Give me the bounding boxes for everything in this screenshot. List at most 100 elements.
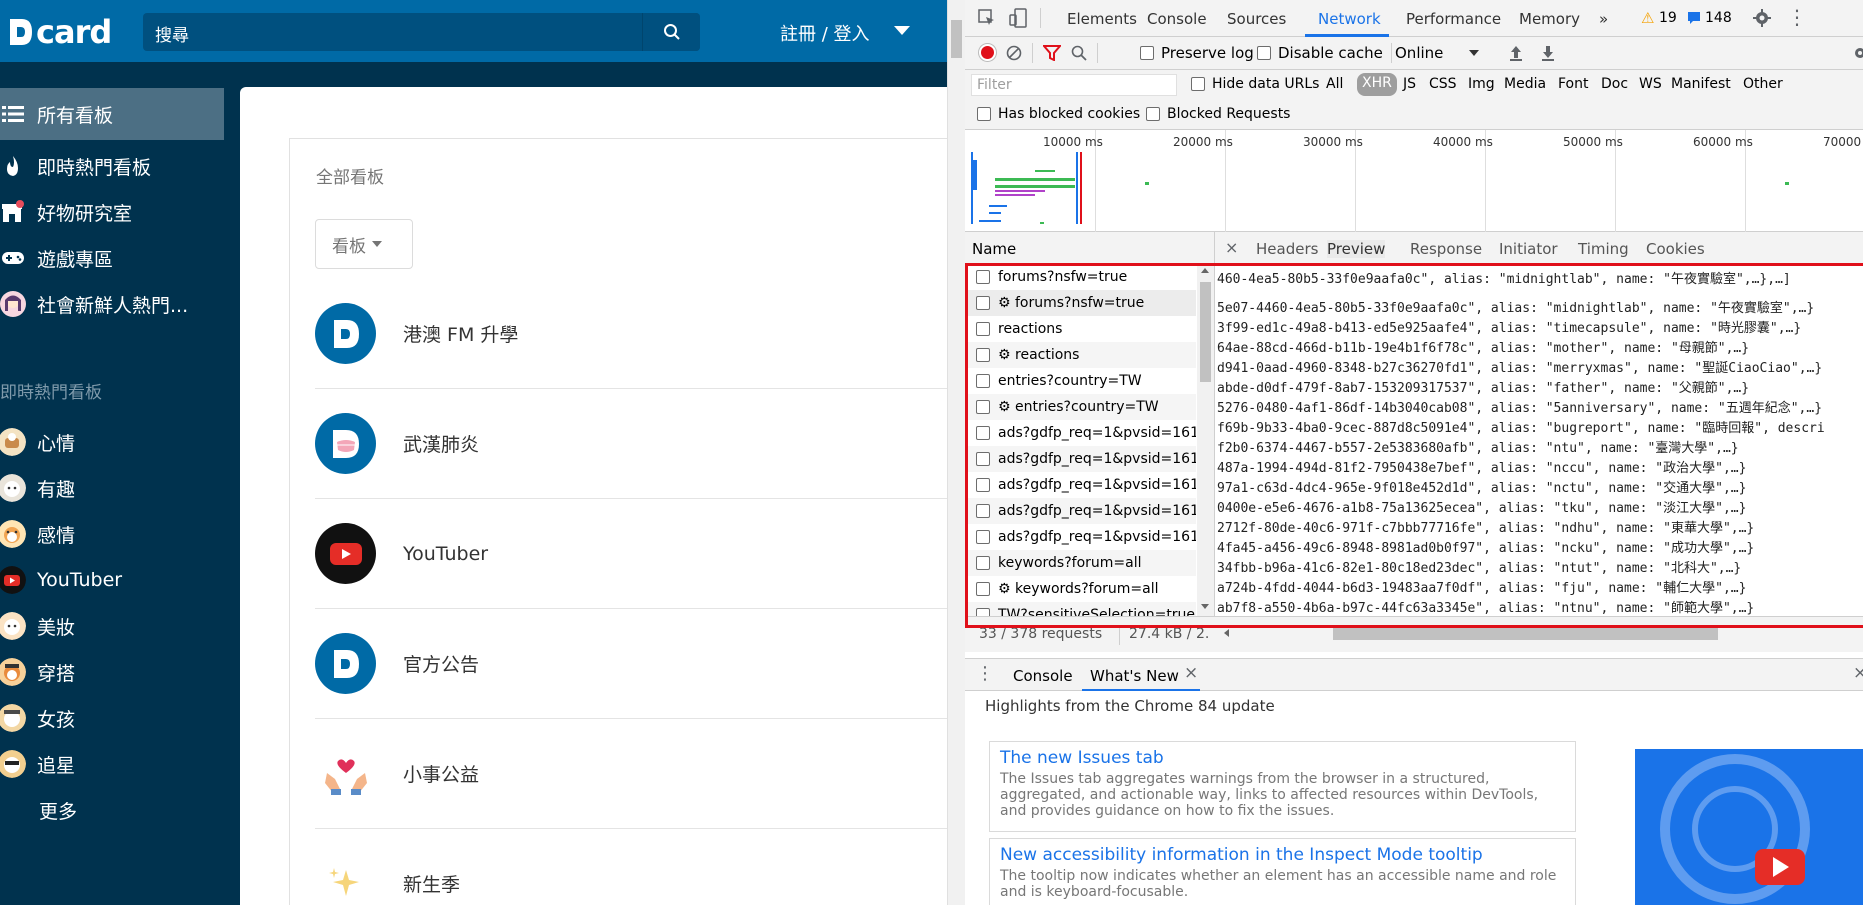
- forum-type-dropdown[interactable]: 看板: [315, 219, 413, 269]
- sidebar-item-makeup[interactable]: 美妝: [0, 600, 224, 652]
- tab-performance[interactable]: Performance: [1406, 10, 1501, 28]
- scroll-down-icon[interactable]: [1201, 604, 1209, 609]
- gear-icon[interactable]: [1753, 9, 1771, 27]
- tab-response[interactable]: Response: [1410, 240, 1482, 258]
- request-checkbox[interactable]: [976, 452, 990, 466]
- type-filter-ws[interactable]: WS: [1639, 76, 1662, 92]
- type-filter-all[interactable]: All: [1326, 76, 1343, 92]
- horizontal-scrollbar-thumb[interactable]: [1333, 628, 1718, 640]
- search-bar[interactable]: 搜尋: [143, 13, 700, 51]
- close-icon[interactable]: ×: [1184, 663, 1198, 683]
- menu-caret-icon[interactable]: [894, 26, 910, 35]
- type-filter-img[interactable]: Img: [1468, 76, 1495, 92]
- network-timeline-overview[interactable]: 10000 ms 20000 ms 30000 ms 40000 ms 5000…: [965, 130, 1863, 232]
- drawer-tab-console[interactable]: Console: [1013, 667, 1073, 685]
- preserve-log-checkbox[interactable]: [1140, 46, 1154, 60]
- request-checkbox[interactable]: [976, 556, 990, 570]
- warnings-count[interactable]: 19: [1659, 10, 1677, 26]
- search-input[interactable]: 搜尋: [155, 21, 189, 46]
- forum-row[interactable]: YouTuber: [315, 499, 947, 609]
- throttle-select[interactable]: Online: [1395, 44, 1443, 62]
- filter-icon[interactable]: [1043, 45, 1061, 61]
- tab-memory[interactable]: Memory: [1519, 10, 1580, 28]
- sidebar-item-new-grads[interactable]: 社會新鮮人熱門...: [0, 278, 224, 330]
- import-har-icon[interactable]: [1509, 44, 1523, 62]
- scroll-left-icon[interactable]: [1224, 629, 1229, 637]
- request-checkbox[interactable]: [976, 426, 990, 440]
- request-checkbox[interactable]: [976, 296, 990, 310]
- request-row[interactable]: ⚙ keywords?forum=all: [965, 576, 1196, 602]
- sidebar-item-idols[interactable]: 追星: [0, 738, 224, 790]
- forum-row[interactable]: 官方公告: [315, 609, 947, 719]
- tab-console[interactable]: Console: [1147, 10, 1207, 28]
- record-icon[interactable]: [979, 44, 996, 61]
- hide-data-urls-checkbox[interactable]: [1191, 77, 1205, 91]
- close-drawer-icon[interactable]: ×: [1853, 663, 1863, 683]
- dcard-logo[interactable]: card: [8, 13, 112, 51]
- request-row[interactable]: keywords?forum=all: [965, 550, 1196, 576]
- has-blocked-cookies-checkbox[interactable]: [977, 107, 991, 121]
- tab-initiator[interactable]: Initiator: [1499, 240, 1558, 258]
- scrollbar-thumb[interactable]: [951, 20, 962, 58]
- news-card[interactable]: New accessibility information in the Ins…: [989, 838, 1576, 905]
- export-har-icon[interactable]: [1541, 44, 1555, 62]
- request-row[interactable]: ads?gdfp_req=1&pvsid=1611: [965, 524, 1196, 550]
- more-options-icon[interactable]: ⋮: [1787, 5, 1807, 29]
- request-row[interactable]: reactions: [965, 316, 1196, 342]
- type-filter-js[interactable]: JS: [1403, 76, 1416, 92]
- request-row[interactable]: TW?sensitiveSelection=true: [965, 602, 1196, 616]
- sidebar-item-mood[interactable]: 心情: [0, 416, 224, 468]
- sidebar-item-goods-lab[interactable]: 好物研究室: [0, 186, 224, 238]
- sidebar-item-hot-forums[interactable]: 即時熱門看板: [0, 140, 224, 192]
- tab-preview[interactable]: Preview: [1327, 240, 1386, 258]
- request-row[interactable]: ads?gdfp_req=1&pvsid=1611: [965, 420, 1196, 446]
- scrollbar-thumb[interactable]: [1200, 282, 1211, 382]
- sidebar-item-outfit[interactable]: 穿搭: [0, 646, 224, 698]
- chevron-down-icon[interactable]: [1469, 50, 1479, 56]
- tab-elements[interactable]: Elements: [1067, 10, 1137, 28]
- network-settings-gear-icon[interactable]: [1853, 46, 1863, 60]
- login-link[interactable]: 註冊 / 登入: [780, 20, 870, 46]
- request-checkbox[interactable]: [976, 348, 990, 362]
- search-button[interactable]: [642, 13, 700, 51]
- forum-row[interactable]: 港澳 FM 升學: [315, 279, 947, 389]
- request-checkbox[interactable]: [976, 400, 990, 414]
- blocked-requests-checkbox[interactable]: [1146, 107, 1160, 121]
- type-filter-manifest[interactable]: Manifest: [1671, 76, 1731, 92]
- more-tabs-button[interactable]: »: [1599, 10, 1608, 28]
- type-filter-doc[interactable]: Doc: [1601, 76, 1628, 92]
- request-row[interactable]: forums?nsfw=true: [965, 264, 1196, 290]
- request-checkbox[interactable]: [976, 322, 990, 336]
- type-filter-other[interactable]: Other: [1743, 76, 1783, 92]
- sidebar-item-more[interactable]: 更多: [0, 784, 224, 836]
- type-filter-media[interactable]: Media: [1504, 76, 1546, 92]
- filter-input[interactable]: Filter: [971, 74, 1177, 96]
- tab-timing[interactable]: Timing: [1578, 240, 1629, 258]
- request-row[interactable]: ⚙ entries?country=TW: [965, 394, 1196, 420]
- tab-headers[interactable]: Headers: [1256, 240, 1318, 258]
- messages-count[interactable]: 148: [1705, 10, 1732, 26]
- tab-sources[interactable]: Sources: [1227, 10, 1286, 28]
- request-list-scrollbar[interactable]: [1197, 264, 1214, 616]
- response-preview[interactable]: 460-4ea5-80b5-33f0e9aafa0c", alias: "mid…: [1215, 264, 1863, 616]
- forum-row[interactable]: 小事公益: [315, 719, 947, 829]
- news-card[interactable]: The new Issues tab The Issues tab aggreg…: [989, 741, 1576, 832]
- request-checkbox[interactable]: [976, 374, 990, 388]
- type-filter-css[interactable]: CSS: [1429, 76, 1457, 92]
- name-column-header[interactable]: Name: [965, 232, 1215, 264]
- close-icon[interactable]: ×: [1225, 238, 1238, 257]
- request-row[interactable]: ⚙ reactions: [965, 342, 1196, 368]
- type-filter-font[interactable]: Font: [1558, 76, 1588, 92]
- request-checkbox[interactable]: [976, 530, 990, 544]
- inspect-element-icon[interactable]: [978, 9, 996, 27]
- sidebar-item-relationship[interactable]: 感情: [0, 508, 224, 560]
- sidebar-item-games[interactable]: 遊戲專區: [0, 232, 224, 284]
- request-checkbox[interactable]: [976, 504, 990, 518]
- request-checkbox[interactable]: [976, 582, 990, 596]
- page-scrollbar[interactable]: [947, 0, 965, 905]
- news-title[interactable]: New accessibility information in the Ins…: [1000, 845, 1565, 865]
- disable-cache-checkbox[interactable]: [1257, 46, 1271, 60]
- request-row[interactable]: ads?gdfp_req=1&pvsid=1611: [965, 498, 1196, 524]
- search-icon[interactable]: [1071, 45, 1087, 61]
- sidebar-item-all-forums[interactable]: 所有看板: [0, 88, 224, 140]
